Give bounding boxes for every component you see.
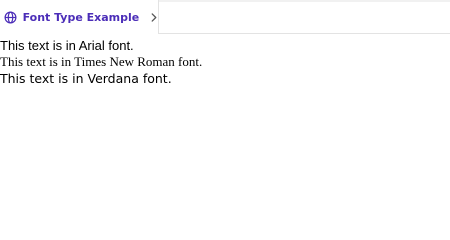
verdana-text-line: This text is in Verdana font. — [0, 71, 172, 86]
tab-font-type-example[interactable]: Font Type Example — [0, 0, 159, 34]
chevron-right-icon[interactable] — [150, 12, 158, 22]
arial-text-line: This text is in Arial font. — [0, 38, 134, 53]
globe-icon — [4, 10, 18, 24]
times-text-line: This text is in Times New Roman font. — [0, 54, 203, 69]
browser-tab-bar: Font Type Example — [0, 0, 450, 34]
tab-title: Font Type Example — [22, 10, 140, 24]
page-content: This text is in Arial font. This text is… — [0, 38, 450, 88]
